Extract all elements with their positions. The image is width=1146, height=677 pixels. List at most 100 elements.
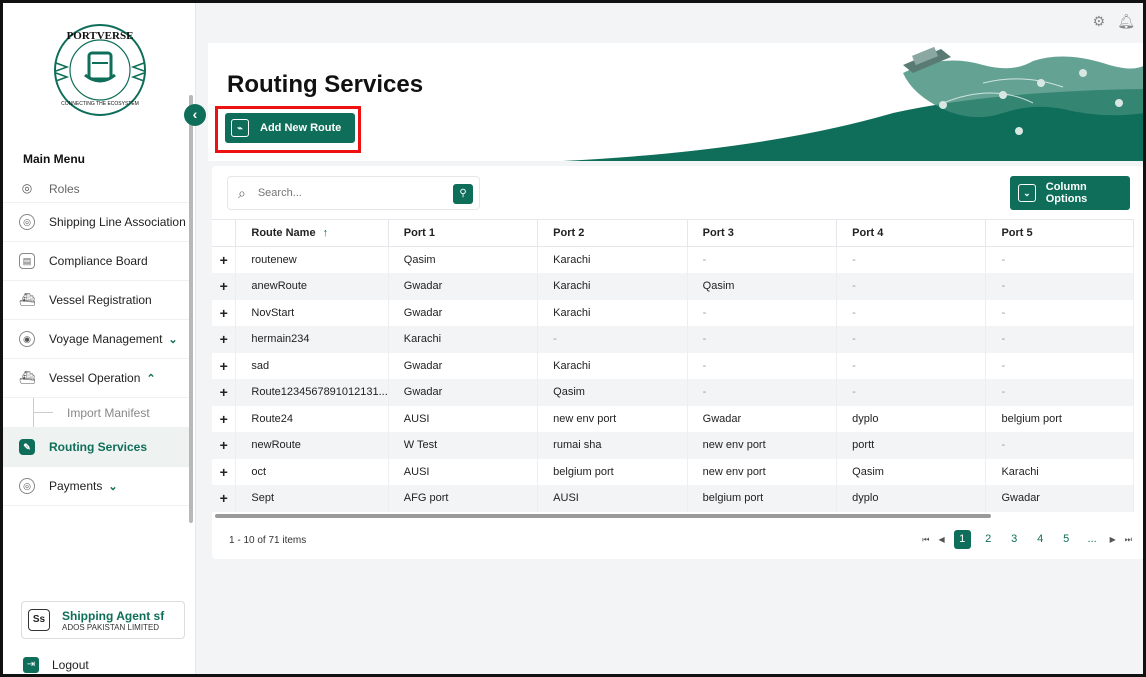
add-new-route-button[interactable]: ⌁ Add New Route bbox=[225, 113, 355, 143]
table-cell: sad bbox=[235, 352, 389, 379]
table-row[interactable]: + oct AUSI belgium port new env port Qasim Kar… bbox=[212, 458, 1134, 485]
sidebar-item-voyage-management[interactable]: ◉ Voyage Management ⌄ bbox=[3, 320, 189, 359]
sidebar-item-label: Payments bbox=[49, 479, 103, 493]
table-cell: - bbox=[836, 326, 987, 353]
table-row[interactable]: + routenew Qasim Karachi - - - bbox=[212, 246, 1134, 273]
sidebar-item-payments[interactable]: ◎ Payments ⌄ bbox=[3, 467, 189, 506]
route-icon: ✎ bbox=[19, 439, 35, 455]
table-row[interactable]: + hermain234 Karachi - - - - bbox=[212, 326, 1134, 353]
chevron-down-icon: ⌄ bbox=[1018, 184, 1036, 202]
table-cell: - bbox=[836, 352, 987, 379]
page-button-2[interactable]: 2 bbox=[980, 530, 997, 549]
sidebar-item-vessel-operation[interactable]: ⛴ Vessel Operation ⌃ bbox=[3, 359, 189, 398]
sidebar-item-label: Routing Services bbox=[49, 440, 148, 454]
table-row[interactable]: + Route1234567891012131... Gwadar Qasim - - - bbox=[212, 379, 1134, 406]
page-button-5[interactable]: 5 bbox=[1058, 530, 1075, 549]
notification-bell-icon[interactable]: 🔔︎ bbox=[1117, 13, 1135, 30]
table-cell: - bbox=[985, 379, 1134, 406]
table-cell: Karachi bbox=[537, 246, 688, 273]
shipping-line-icon: ◎ bbox=[19, 214, 35, 230]
settings-icon[interactable]: ⚙ bbox=[1093, 13, 1106, 30]
logout-icon: ⇥ bbox=[23, 657, 39, 673]
expand-row-icon[interactable]: + bbox=[212, 299, 237, 326]
table-cell: Route1234567891012131... bbox=[235, 379, 389, 406]
expand-row-icon[interactable]: + bbox=[212, 352, 237, 379]
sidebar-subitem-import-manifest[interactable]: Import Manifest bbox=[3, 398, 189, 428]
table-cell: Gwadar bbox=[388, 379, 539, 406]
expand-row-icon[interactable]: + bbox=[212, 405, 237, 432]
column-options-button[interactable]: ⌄ Column Options bbox=[1010, 176, 1130, 210]
expand-row-icon[interactable]: + bbox=[212, 485, 237, 512]
table-cell: AUSI bbox=[388, 458, 539, 485]
column-header-port-5[interactable]: Port 5 bbox=[985, 219, 1134, 247]
page-ellipsis[interactable]: ... bbox=[1084, 530, 1101, 549]
page-button-3[interactable]: 3 bbox=[1006, 530, 1023, 549]
sidebar-item-label: Vessel Operation bbox=[49, 371, 141, 385]
horizontal-scrollbar[interactable] bbox=[215, 514, 991, 518]
table-row[interactable]: + NovStart Gwadar Karachi - - - bbox=[212, 299, 1134, 326]
sidebar-item-roles[interactable]: ◎ Roles bbox=[3, 173, 189, 203]
table-cell: W Test bbox=[388, 432, 539, 459]
table-cell: portt bbox=[836, 432, 987, 459]
sidebar-item-compliance-board[interactable]: ▤ Compliance Board bbox=[3, 242, 189, 281]
table-row[interactable]: + Sept AFG port AUSI belgium port dyplo Gwadar bbox=[212, 485, 1134, 512]
column-header-route-name[interactable]: Route Name ↑ bbox=[235, 219, 389, 247]
table-row[interactable]: + sad Gwadar Karachi - - - bbox=[212, 352, 1134, 379]
column-header-port-2[interactable]: Port 2 bbox=[537, 219, 688, 247]
routes-table: Route Name ↑ Port 1 Port 2 Port 3 Port 4… bbox=[212, 219, 1134, 512]
table-cell: dyplo bbox=[836, 405, 987, 432]
table-cell: - bbox=[985, 352, 1134, 379]
previous-page-icon[interactable]: ◀ bbox=[938, 535, 944, 544]
table-cell: Route24 bbox=[235, 405, 389, 432]
search-icon: ⌕ bbox=[238, 184, 246, 201]
expand-column-header bbox=[212, 219, 237, 247]
search-input[interactable] bbox=[257, 187, 418, 199]
sidebar-item-vessel-registration[interactable]: ⛴ Vessel Registration bbox=[3, 281, 189, 320]
sidebar-scrollbar[interactable] bbox=[189, 95, 193, 523]
table-cell: hermain234 bbox=[235, 326, 389, 353]
user-card[interactable]: Ss Shipping Agent sf ADOS PAKISTAN LIMIT… bbox=[21, 601, 185, 639]
column-header-port-3[interactable]: Port 3 bbox=[687, 219, 838, 247]
route-icon: ⌁ bbox=[231, 119, 249, 137]
last-page-icon[interactable]: ⏭ bbox=[1125, 535, 1132, 545]
page-button-1[interactable]: 1 bbox=[953, 530, 971, 549]
sidebar-item-routing-services[interactable]: ✎ Routing Services bbox=[3, 428, 189, 467]
table-cell: new env port bbox=[537, 405, 688, 432]
vessel-operation-icon: ⛴ bbox=[18, 370, 36, 385]
logout-button[interactable]: ⇥ Logout bbox=[23, 657, 89, 673]
column-header-port-4[interactable]: Port 4 bbox=[836, 219, 987, 247]
expand-row-icon[interactable]: + bbox=[212, 326, 237, 353]
world-map-illustration bbox=[563, 46, 1143, 161]
page-button-4[interactable]: 4 bbox=[1032, 530, 1049, 549]
table-row[interactable]: + newRoute W Test rumai sha new env port port… bbox=[212, 432, 1134, 459]
chevron-down-icon: ⌄ bbox=[168, 333, 178, 346]
routes-card: ⌕ ⚲ ⌄ Column Options Route Name ↑ Port 1… bbox=[212, 166, 1143, 559]
expand-row-icon[interactable]: + bbox=[212, 379, 237, 406]
sidebar-item-shipping-line-association[interactable]: ◎ Shipping Line Association bbox=[3, 203, 189, 242]
document-icon: ▤ bbox=[19, 253, 35, 269]
table-row[interactable]: + Route24 AUSI new env port Gwadar dyplo belgi… bbox=[212, 405, 1134, 432]
svg-text:PORTVERSE: PORTVERSE bbox=[67, 30, 134, 42]
page-header: Routing Services ⌁ Add New Route bbox=[208, 43, 1143, 161]
search-button[interactable]: ⚲ bbox=[453, 184, 473, 204]
sidebar-item-label: Roles bbox=[49, 182, 80, 196]
logout-label: Logout bbox=[52, 658, 89, 672]
expand-row-icon[interactable]: + bbox=[212, 273, 237, 300]
table-cell: rumai sha bbox=[537, 432, 688, 459]
table-row[interactable]: + anewRoute Gwadar Karachi Qasim - - bbox=[212, 273, 1134, 300]
first-page-icon[interactable]: ⏮ bbox=[922, 535, 929, 545]
expand-row-icon[interactable]: + bbox=[212, 458, 237, 485]
table-cell: - bbox=[687, 352, 838, 379]
table-cell: routenew bbox=[235, 246, 389, 273]
table-cell: AUSI bbox=[537, 485, 688, 512]
table-cell: Karachi bbox=[537, 273, 688, 300]
next-page-icon[interactable]: ▶ bbox=[1110, 535, 1116, 544]
column-header-port-1[interactable]: Port 1 bbox=[388, 219, 539, 247]
table-cell: dyplo bbox=[836, 485, 987, 512]
table-cell: - bbox=[985, 299, 1134, 326]
table-cell: NovStart bbox=[235, 299, 389, 326]
sidebar-item-label: Compliance Board bbox=[49, 254, 148, 268]
sidebar-collapse-button[interactable]: ‹ bbox=[184, 104, 206, 126]
expand-row-icon[interactable]: + bbox=[212, 246, 237, 273]
expand-row-icon[interactable]: + bbox=[212, 432, 237, 459]
